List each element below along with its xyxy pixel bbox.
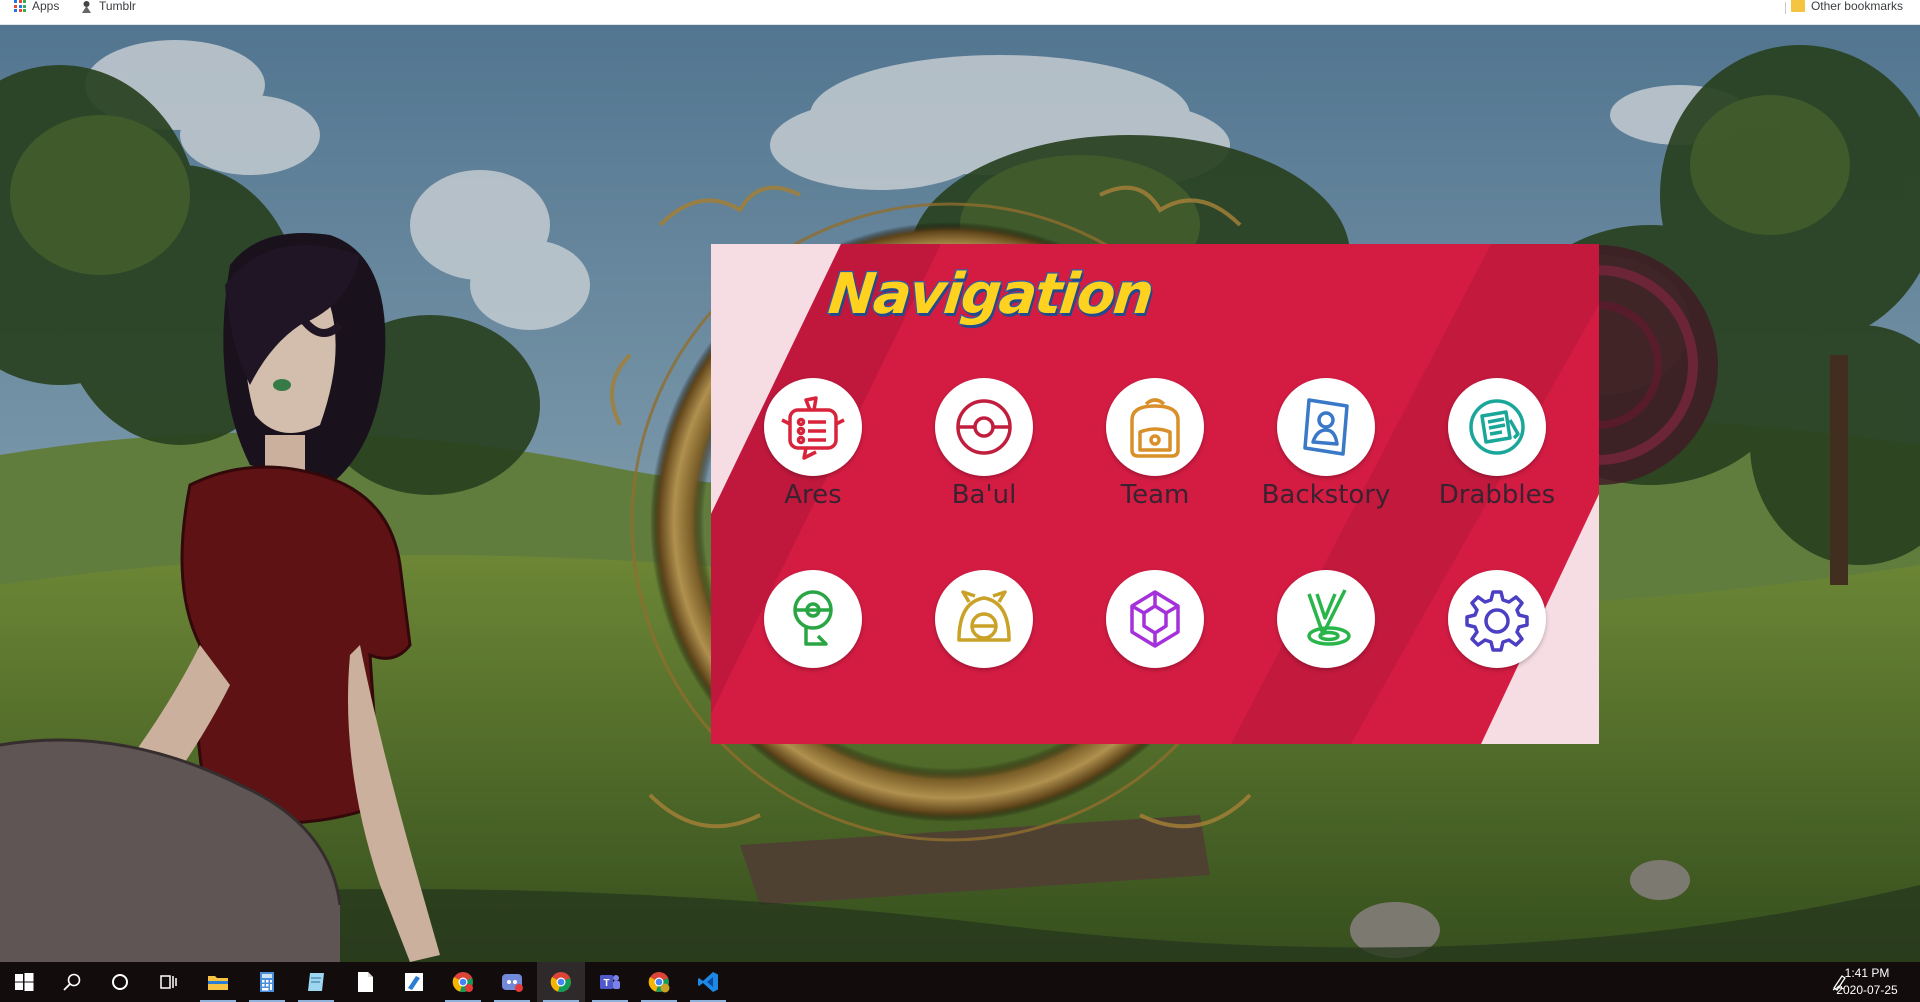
bookmark-tumblr[interactable]: Tumblr [80,0,136,13]
rotom-phone-icon [781,396,845,460]
notepad-button[interactable] [292,962,340,1002]
nav-item-camp[interactable] [899,570,1069,710]
teams-button[interactable]: T [586,962,634,1002]
paint-icon [405,973,423,991]
nav-item-map[interactable] [728,570,898,710]
start-button[interactable] [0,962,48,1002]
paint-button[interactable] [390,962,438,1002]
trainer-card-icon [1303,398,1349,456]
settings-gear-icon [1465,590,1529,652]
taskbar: T 1:41 PM 2020-07-25 [0,962,1920,1002]
chrome-icon [452,972,473,993]
document-icon [358,972,373,992]
nav-item-target[interactable] [1241,570,1411,710]
apps-grid-icon [14,0,26,12]
blank-document-button[interactable] [341,962,389,1002]
search-button[interactable] [48,962,96,1002]
chrome-alt-button[interactable] [635,962,683,1002]
calculator-button[interactable] [243,962,291,1002]
nav-item-label: Ares [784,480,842,510]
other-bookmarks[interactable]: Other bookmarks [1790,0,1903,13]
cortana-icon [112,974,128,990]
nav-item-label: Team [1120,480,1190,510]
nav-item-team[interactable]: Team [1070,378,1240,518]
target-check-icon [1307,589,1351,646]
teams-icon: T [600,975,620,989]
chrome-button[interactable] [537,962,585,1002]
nav-item-drabbles[interactable]: Drabbles [1412,378,1582,518]
cortana-button[interactable] [96,962,144,1002]
chrome-profile-button[interactable] [439,962,487,1002]
other-bookmarks-label: Other bookmarks [1810,0,1903,13]
file-explorer-button[interactable] [194,962,242,1002]
vscode-button[interactable] [684,962,732,1002]
pokeball-icon [956,399,1012,455]
clock-date: 2020-07-25 [1836,983,1898,997]
notes-icon [1469,399,1525,455]
nav-item-ares[interactable]: Ares [728,378,898,518]
windows-logo-icon [15,973,34,991]
nav-item-label: Drabbles [1438,480,1556,510]
chrome-icon [550,972,571,993]
folder-icon [1790,0,1805,12]
nav-item-gem[interactable] [1070,570,1240,710]
vscode-icon [698,972,718,992]
notepad-icon [308,973,324,991]
system-clock[interactable]: 1:41 PM 2020-07-25 [1827,965,1907,999]
clock-time: 1:41 PM [1844,966,1890,980]
task-view-icon [160,975,177,989]
nav-item-label: Backstory [1261,480,1391,510]
gem-icon [1130,590,1180,648]
navigation-title: Navigation [824,261,1156,329]
folder-icon [208,976,228,990]
nav-item-label: Ba'ul [951,480,1017,510]
chrome-icon [648,972,670,993]
search-icon [63,973,81,991]
nav-item-settings[interactable] [1412,570,1582,710]
navigation-panel: Navigation Ares Ba'ul Team Backstory Dra… [711,244,1599,744]
calculator-icon [260,972,274,992]
bookmark-tumblr-label: Tumblr [99,0,136,13]
backpack-icon [1130,398,1180,458]
bookmark-apps-label: Apps [32,0,60,13]
tumblr-icon [82,0,91,13]
map-pin-icon [793,590,833,646]
task-view-button[interactable] [144,962,192,1002]
nav-item-baul[interactable]: Ba'ul [899,378,1069,518]
nav-item-backstory[interactable]: Backstory [1241,378,1411,518]
pokeball-camp-icon [957,590,1011,642]
svg-text:T: T [603,978,609,989]
bookmarks-separator [1785,2,1786,14]
discord-button[interactable] [488,962,536,1002]
discord-icon [502,974,523,992]
bookmark-apps[interactable]: Apps [14,0,59,12]
bookmarks-bar: Apps Tumblr Other bookmarks [0,0,1920,25]
